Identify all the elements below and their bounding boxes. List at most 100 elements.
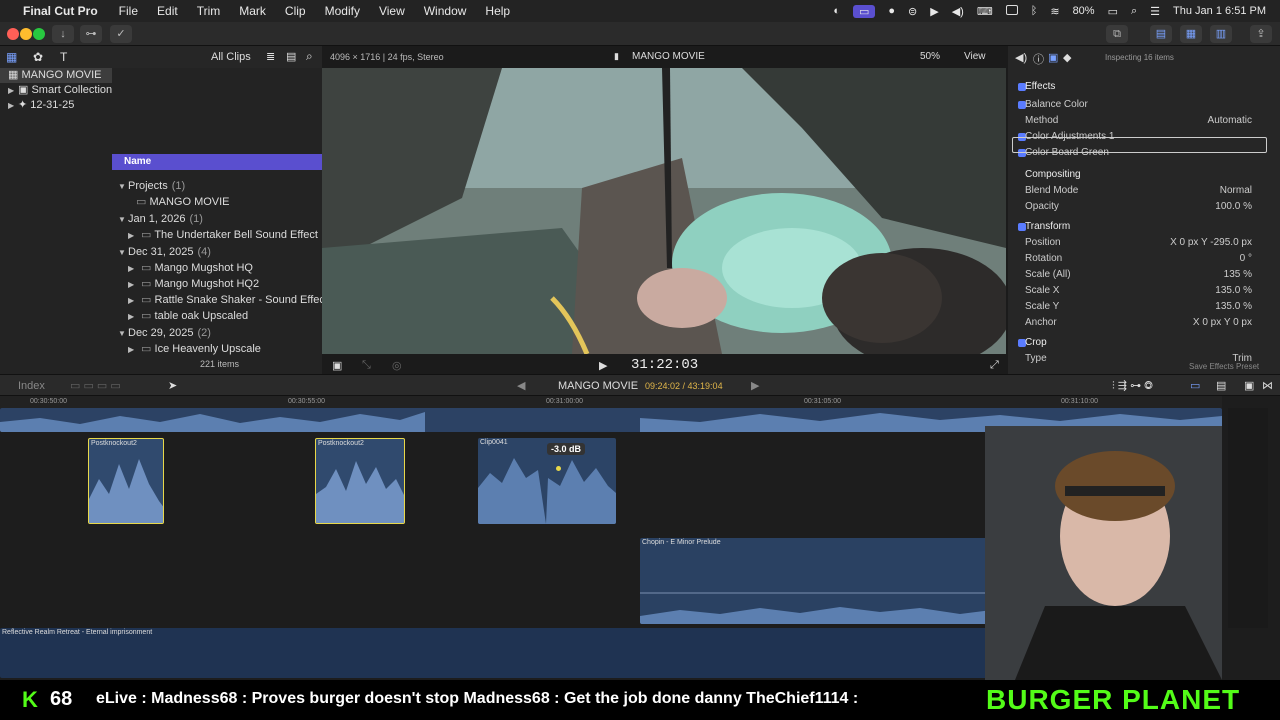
menu-file[interactable]: File <box>119 4 138 18</box>
clip-list-row[interactable]: ▶ ▭ table oak Upscaled <box>112 308 322 324</box>
inspector-row[interactable]: Transform <box>1008 219 1280 235</box>
color-inspector-icon[interactable]: ◆ <box>1063 51 1071 64</box>
app-menu[interactable]: Final Cut Pro <box>23 4 98 18</box>
inspector-row[interactable]: Balance Color <box>1008 97 1280 113</box>
clip-list-row[interactable]: ▼ Dec 31, 2025 (4) <box>112 244 322 260</box>
clip-list-row[interactable]: ▭ MANGO MOVIE <box>112 194 322 210</box>
fullscreen-icon[interactable]: ⤢ <box>990 359 999 372</box>
control-center-icon[interactable]: ☰ <box>1150 5 1160 18</box>
menu-modify[interactable]: Modify <box>325 4 360 18</box>
clip-list-row[interactable]: ▶ ▭ The Undertaker Bell Sound Effect <box>112 227 322 243</box>
view-options-icon[interactable]: ▣ <box>332 359 342 372</box>
index-button[interactable]: Index <box>18 380 45 392</box>
browser-toggle-icon[interactable]: ▤ <box>1150 25 1172 43</box>
name-column-header[interactable]: Name <box>112 154 322 170</box>
clip-list-row[interactable]: ▶ ▭ Mango Mugshot HQ <box>112 260 322 276</box>
battery-icon[interactable]: ▭ <box>1108 5 1118 18</box>
inspector-value[interactable]: 135.0 % <box>1215 283 1252 299</box>
disclosure-icon[interactable]: ▶ <box>128 261 138 277</box>
share-icon[interactable]: ⇪ <box>1250 25 1272 43</box>
import-button[interactable]: ↓ <box>52 25 74 43</box>
menu-clip[interactable]: Clip <box>285 4 306 18</box>
effects-browser-icon[interactable]: ▣ <box>1244 379 1254 392</box>
menu-help[interactable]: Help <box>485 4 510 18</box>
status-icon[interactable]: ⊜ <box>908 5 917 18</box>
status-icon[interactable]: ● <box>888 5 895 17</box>
menu-window[interactable]: Window <box>424 4 467 18</box>
project-name[interactable]: MANGO MOVIE <box>558 380 638 392</box>
timeline-toggle-icon[interactable]: ▦ <box>1180 25 1202 43</box>
inspector-row[interactable]: Scale X 135.0 % <box>1008 283 1280 299</box>
inspector-row[interactable]: Crop <box>1008 335 1280 351</box>
info-inspector-icon[interactable]: ⓘ <box>1033 51 1044 67</box>
audio-clip[interactable]: Postknockout2 <box>315 438 405 524</box>
transform-tool-icon[interactable]: ⤡ <box>362 359 371 372</box>
clip-filter-dropdown[interactable]: All Clips <box>211 51 251 63</box>
display-icon[interactable] <box>1005 4 1018 18</box>
layout-button[interactable]: ⧉ <box>1106 25 1128 43</box>
disclosure-icon[interactable]: ▶ <box>128 309 138 325</box>
clip-list-row[interactable]: ▼ Jan 1, 2026 (1) <box>112 211 322 227</box>
smart-collections-item[interactable]: ▶ ▣ Smart Collections <box>0 83 118 98</box>
clip-appearance-icon[interactable]: ▤ <box>1216 379 1226 392</box>
inspector-row[interactable]: Rotation 0 ° <box>1008 251 1280 267</box>
timeline-tools-icon[interactable]: ⫶ ⇶ ⊶ ◎ <box>1112 379 1153 393</box>
list-view-icon[interactable]: ≣ <box>266 50 275 63</box>
inspector-value[interactable]: Normal <box>1220 183 1252 199</box>
inspector-row[interactable]: Opacity 100.0 % <box>1008 199 1280 215</box>
back-icon[interactable]: ◀ <box>517 379 525 392</box>
menu-mark[interactable]: Mark <box>239 4 266 18</box>
save-effects-preset-button[interactable]: Save Effects Preset <box>1189 362 1259 371</box>
photos-icon[interactable]: ✿ <box>33 50 43 64</box>
menu-edit[interactable]: Edit <box>157 4 178 18</box>
keyframe-marker[interactable] <box>556 466 561 471</box>
video-inspector-icon[interactable]: ▣ <box>1048 51 1058 64</box>
ruler[interactable]: 00:30:50:00 00:30:55:00 00:31:00:00 00:3… <box>0 396 1222 408</box>
event-item[interactable]: ▶ ✦ 12-31-25 <box>0 98 112 113</box>
zoom-dropdown[interactable]: 50% <box>920 51 940 62</box>
audio-inspector-icon[interactable]: ◀) <box>1015 51 1027 64</box>
inspector-value[interactable]: X 0 px Y 0 px <box>1193 315 1252 331</box>
keywords-button[interactable]: ⊶ <box>80 25 102 43</box>
inspector-value[interactable]: 135.0 % <box>1215 299 1252 315</box>
clip-list-row[interactable]: ▼ Dec 29, 2025 (2) <box>112 325 322 341</box>
status-icon[interactable]: ◐ <box>833 5 840 17</box>
view-dropdown[interactable]: View <box>964 51 986 62</box>
inspector-toggle-icon[interactable]: ▥ <box>1210 25 1232 43</box>
disclosure-icon[interactable]: ▶ <box>128 228 138 244</box>
inspector-value[interactable]: 135 % <box>1224 267 1252 283</box>
disclosure-icon[interactable]: ▶ <box>128 342 138 358</box>
disclosure-icon[interactable]: ▶ <box>128 293 138 309</box>
filmstrip-icon[interactable]: ▤ <box>286 50 296 63</box>
close-window-button[interactable] <box>7 28 19 40</box>
disclosure-open-icon[interactable]: ▼ <box>118 245 128 261</box>
zoom-window-button[interactable] <box>33 28 45 40</box>
inspector-value[interactable]: 100.0 % <box>1215 199 1252 215</box>
select-tool-icon[interactable]: ➤ <box>168 379 177 392</box>
disclosure-open-icon[interactable]: ▼ <box>118 179 128 195</box>
background-tasks-button[interactable]: ✓ <box>110 25 132 43</box>
titles-icon[interactable]: T <box>60 50 67 64</box>
disclosure-open-icon[interactable]: ▼ <box>118 212 128 228</box>
inspector-row[interactable]: Anchor X 0 px Y 0 px <box>1008 315 1280 331</box>
disclosure-icon[interactable]: ▶ <box>8 98 18 113</box>
inspector-row[interactable]: Blend Mode Normal <box>1008 183 1280 199</box>
play-button[interactable]: ▶ <box>599 359 607 372</box>
library-item[interactable]: ▦ MANGO MOVIE <box>0 68 112 83</box>
wifi-icon[interactable]: ≋ <box>1050 5 1059 18</box>
play-status-icon[interactable]: ▶ <box>930 5 938 18</box>
speed-icon[interactable]: ◎ <box>392 359 402 372</box>
inspector-value[interactable]: Automatic <box>1208 113 1252 129</box>
inspector-value[interactable]: X 0 px Y -295.0 px <box>1170 235 1252 251</box>
minimize-window-button[interactable] <box>20 28 32 40</box>
menu-view[interactable]: View <box>379 4 405 18</box>
search-icon[interactable]: ⌕ <box>306 49 313 64</box>
timecode-display[interactable]: 31:22:03 <box>631 357 698 373</box>
disclosure-open-icon[interactable]: ▼ <box>118 326 128 342</box>
transitions-icon[interactable]: ⋈ <box>1262 379 1273 392</box>
search-icon[interactable]: ⌕ <box>1131 5 1137 18</box>
screen-record-icon[interactable]: ▭ <box>852 4 876 18</box>
disclosure-icon[interactable]: ▶ <box>128 277 138 293</box>
inspector-row[interactable]: Scale (All) 135 % <box>1008 267 1280 283</box>
snapping-icon[interactable]: ▭ <box>1190 379 1200 392</box>
